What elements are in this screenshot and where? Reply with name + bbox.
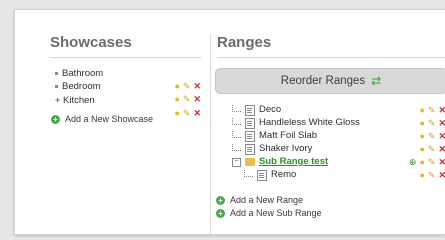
- add-range-link[interactable]: + Add a New Range: [216, 195, 303, 205]
- delete-icon[interactable]: ✕: [438, 104, 445, 116]
- range-label[interactable]: Remo: [271, 169, 296, 181]
- bulb-icon[interactable]: ●: [419, 156, 424, 168]
- delete-icon[interactable]: ✕: [438, 117, 445, 129]
- add-showcase-label[interactable]: Add a New Showcase: [65, 114, 153, 124]
- showcase-label[interactable]: Kitchen: [63, 95, 95, 106]
- add-subrange-label[interactable]: Add a New Sub Range: [230, 208, 322, 218]
- showcase-label[interactable]: Bathroom: [62, 68, 103, 79]
- tree-branch: [232, 130, 241, 138]
- document-icon: [245, 130, 255, 142]
- document-icon: [245, 117, 255, 129]
- document-icon: [257, 169, 267, 181]
- ranges-title: Ranges: [217, 34, 272, 51]
- showcase-item-kitchen[interactable]: + Kitchen ● ✎ ✕: [55, 94, 201, 118]
- bulb-icon[interactable]: ●: [419, 104, 424, 116]
- reorder-ranges-label: Reorder Ranges: [280, 75, 366, 87]
- tree-branch: [232, 143, 241, 151]
- bullet-icon: [55, 71, 58, 75]
- showcase-item-bedroom[interactable]: Bedroom ● ✎ ✕: [55, 81, 201, 104]
- delete-icon[interactable]: ✕: [438, 130, 445, 142]
- reorder-ranges-button[interactable]: Reorder Ranges ⇄: [215, 68, 445, 94]
- collapse-minus-icon[interactable]: −: [232, 157, 241, 167]
- pencil-icon[interactable]: ✎: [183, 107, 191, 119]
- range-item-remo[interactable]: Remo ● ✎ ✕: [244, 169, 445, 181]
- range-label[interactable]: Deco: [259, 104, 281, 116]
- bulb-icon[interactable]: ●: [419, 169, 424, 181]
- showcase-item-bathroom[interactable]: Bathroom ● ✎ ✕: [55, 68, 201, 91]
- column-divider: [210, 34, 211, 234]
- range-label[interactable]: Shaker Ivory: [259, 143, 312, 155]
- showcase-actions: ● ✎ ✕: [174, 107, 201, 119]
- ranges-rule: [217, 57, 445, 58]
- add-range-label[interactable]: Add a New Range: [230, 195, 303, 205]
- add-circle-icon: +: [216, 195, 225, 205]
- range-actions: ● ✎ ✕: [419, 143, 445, 155]
- range-item-handleless-white-gloss[interactable]: Handleless White Gloss ● ✎ ✕: [232, 117, 445, 129]
- pencil-icon[interactable]: ✎: [428, 130, 436, 142]
- pencil-icon[interactable]: ✎: [428, 156, 436, 168]
- bulb-icon[interactable]: ●: [419, 143, 424, 155]
- reorder-icon: ⇄: [371, 74, 382, 88]
- delete-icon[interactable]: ✕: [193, 107, 201, 119]
- document-icon: [245, 143, 255, 155]
- showcases-title: Showcases: [50, 34, 132, 51]
- showcases-rule: [50, 57, 201, 58]
- range-actions: ● ✎ ✕: [419, 104, 445, 116]
- bullet-icon: [55, 84, 58, 88]
- range-item-sub-range-test[interactable]: − Sub Range test ⊕ ● ✎ ✕: [232, 156, 445, 168]
- expand-plus-icon[interactable]: +: [55, 94, 63, 106]
- range-actions: ● ✎ ✕: [419, 169, 445, 181]
- range-item-shaker-ivory[interactable]: Shaker Ivory ● ✎ ✕: [232, 143, 445, 155]
- bulb-icon[interactable]: ●: [419, 130, 424, 142]
- main-panel: Showcases Bathroom ● ✎ ✕ Bedroom ● ✎ ✕ +…: [14, 9, 445, 235]
- pencil-icon[interactable]: ✎: [428, 117, 436, 129]
- delete-icon[interactable]: ✕: [438, 143, 445, 155]
- range-actions: ● ✎ ✕: [419, 117, 445, 129]
- range-item-matt-foil-slab[interactable]: Matt Foil Slab ● ✎ ✕: [232, 130, 445, 142]
- document-icon: [245, 104, 255, 116]
- delete-icon[interactable]: ✕: [438, 156, 445, 168]
- tree-branch: [232, 104, 241, 112]
- add-circle-icon: +: [216, 208, 225, 218]
- folder-icon: [245, 158, 255, 166]
- add-showcase-link[interactable]: + Add a New Showcase: [51, 114, 153, 124]
- bulb-icon[interactable]: ●: [174, 107, 179, 119]
- pencil-icon[interactable]: ✎: [428, 143, 436, 155]
- add-subrange-link[interactable]: + Add a New Sub Range: [216, 208, 322, 218]
- delete-icon[interactable]: ✕: [438, 169, 445, 181]
- pencil-icon[interactable]: ✎: [428, 169, 436, 181]
- range-label[interactable]: Handleless White Gloss: [259, 117, 360, 129]
- magnify-icon[interactable]: ⊕: [409, 156, 417, 168]
- range-item-deco[interactable]: Deco ● ✎ ✕: [232, 104, 445, 116]
- tree-branch: [244, 169, 253, 177]
- range-actions: ● ✎ ✕: [419, 130, 445, 142]
- range-actions: ⊕ ● ✎ ✕: [409, 156, 445, 168]
- showcase-label[interactable]: Bedroom: [62, 81, 101, 92]
- bulb-icon[interactable]: ●: [419, 117, 424, 129]
- range-label[interactable]: Matt Foil Slab: [259, 130, 317, 142]
- tree-branch: [232, 117, 241, 125]
- add-circle-icon: +: [51, 114, 60, 124]
- pencil-icon[interactable]: ✎: [428, 104, 436, 116]
- subrange-label[interactable]: Sub Range test: [259, 156, 328, 168]
